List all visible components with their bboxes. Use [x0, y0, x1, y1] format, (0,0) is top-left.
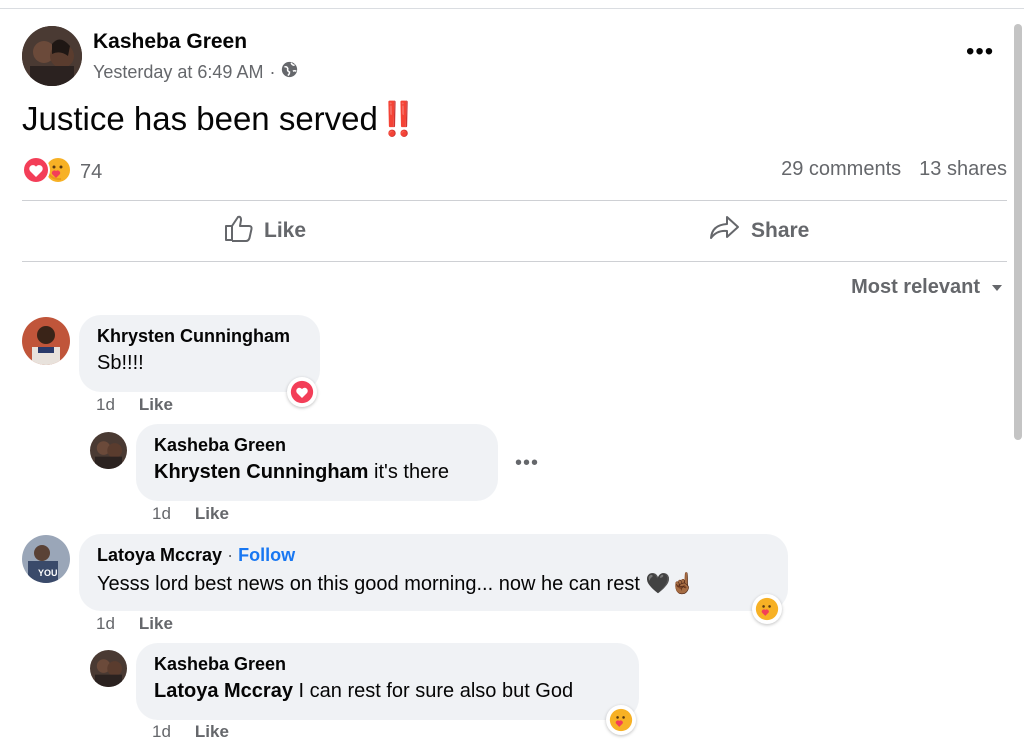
- meta-separator: ·: [269, 61, 276, 82]
- comment-text: Yesss lord best news on this good mornin…: [97, 573, 696, 595]
- avatar-caption: YOU: [38, 568, 58, 578]
- comment-like-button[interactable]: Like: [139, 614, 173, 634]
- comment-time[interactable]: 1d: [96, 614, 115, 634]
- follow-separator: ·: [227, 545, 234, 565]
- post-text-body: Justice has been served: [22, 100, 378, 137]
- comment-sort-dropdown[interactable]: Most relevant: [851, 276, 1004, 299]
- sort-label: Most relevant: [851, 276, 980, 298]
- thumbs-up-icon: [224, 214, 254, 248]
- like-button[interactable]: Like: [224, 214, 306, 248]
- care-reaction-icon[interactable]: [606, 705, 636, 735]
- scrollbar-thumb[interactable]: [1014, 24, 1022, 440]
- comment-meta: 1d Like: [96, 395, 173, 415]
- commenter-avatar-kasheba[interactable]: [90, 650, 127, 687]
- comment-text: Sb!!!!: [97, 352, 144, 374]
- comment-author[interactable]: Kasheba Green: [154, 435, 480, 456]
- divider-top: [22, 200, 1007, 201]
- globe-icon: [281, 61, 298, 83]
- mention-link[interactable]: Khrysten Cunningham: [154, 461, 368, 483]
- comment-text-body: I can rest for sure also but God: [298, 680, 574, 702]
- reaction-summary[interactable]: 74: [22, 156, 102, 189]
- comment-more-options-button[interactable]: •••: [515, 452, 539, 475]
- comment-author[interactable]: Latoya Mccray: [97, 545, 222, 565]
- reply-bubble: Kasheba Green Khrysten Cunningham it's t…: [136, 424, 498, 501]
- post-more-options-button[interactable]: •••: [966, 38, 994, 66]
- comment-meta: 1d Like: [152, 504, 229, 524]
- shares-count[interactable]: 13 shares: [919, 158, 1007, 181]
- mention-link[interactable]: Latoya Mccray: [154, 680, 293, 702]
- share-button-label: Share: [751, 219, 810, 242]
- comment-time[interactable]: 1d: [152, 722, 171, 742]
- comment-text: Khrysten Cunningham it's there: [154, 461, 480, 484]
- comment-author[interactable]: Kasheba Green: [154, 654, 621, 675]
- comment-time[interactable]: 1d: [96, 395, 115, 415]
- comment-text: Latoya Mccray I can rest for sure also b…: [154, 680, 621, 703]
- care-reaction-icon[interactable]: [752, 594, 782, 624]
- reply-bubble: Kasheba Green Latoya Mccray I can rest f…: [136, 643, 639, 720]
- comment-author-row: Latoya Mccray · Follow: [97, 545, 770, 566]
- comment-meta: 1d Like: [96, 614, 173, 634]
- scrollbar-track[interactable]: [1012, 10, 1024, 749]
- commenter-avatar-latoya[interactable]: YOU: [22, 535, 70, 583]
- comment-like-button[interactable]: Like: [195, 722, 229, 742]
- post-meta: Yesterday at 6:49 AM ·: [93, 61, 298, 83]
- love-reaction-icon[interactable]: [287, 377, 317, 407]
- like-button-label: Like: [264, 219, 307, 242]
- commenter-avatar-khrysten[interactable]: [22, 317, 70, 365]
- comments-count[interactable]: 29 comments: [781, 158, 901, 181]
- commenter-avatar-kasheba[interactable]: [90, 432, 127, 469]
- comment-author[interactable]: Khrysten Cunningham: [97, 326, 302, 347]
- post-author-name[interactable]: Kasheba Green: [93, 30, 247, 54]
- follow-button[interactable]: Follow: [238, 545, 295, 565]
- comment-meta: 1d Like: [152, 722, 229, 742]
- comment-bubble: Latoya Mccray · Follow Yesss lord best n…: [79, 534, 788, 611]
- share-button[interactable]: Share: [709, 214, 809, 248]
- comment-text-body: it's there: [374, 461, 449, 483]
- comment-time[interactable]: 1d: [152, 504, 171, 524]
- share-arrow-icon: [709, 214, 741, 248]
- post-author-avatar[interactable]: [22, 26, 82, 86]
- comment-bubble: Khrysten Cunningham Sb!!!!: [79, 315, 320, 392]
- reaction-count: 74: [80, 161, 103, 183]
- double-exclamation-emoji: ‼️: [377, 100, 419, 137]
- top-border: [0, 8, 1024, 9]
- love-reaction-icon: [22, 156, 50, 189]
- post-text: Justice has been served‼️: [22, 100, 419, 139]
- post-timestamp[interactable]: Yesterday at 6:49 AM: [93, 62, 263, 83]
- comment-like-button[interactable]: Like: [195, 504, 229, 524]
- post-stats: 29 comments 13 shares: [781, 158, 1007, 181]
- caret-down-icon: [990, 276, 1004, 299]
- divider-bottom: [22, 261, 1007, 262]
- comment-like-button[interactable]: Like: [139, 395, 173, 415]
